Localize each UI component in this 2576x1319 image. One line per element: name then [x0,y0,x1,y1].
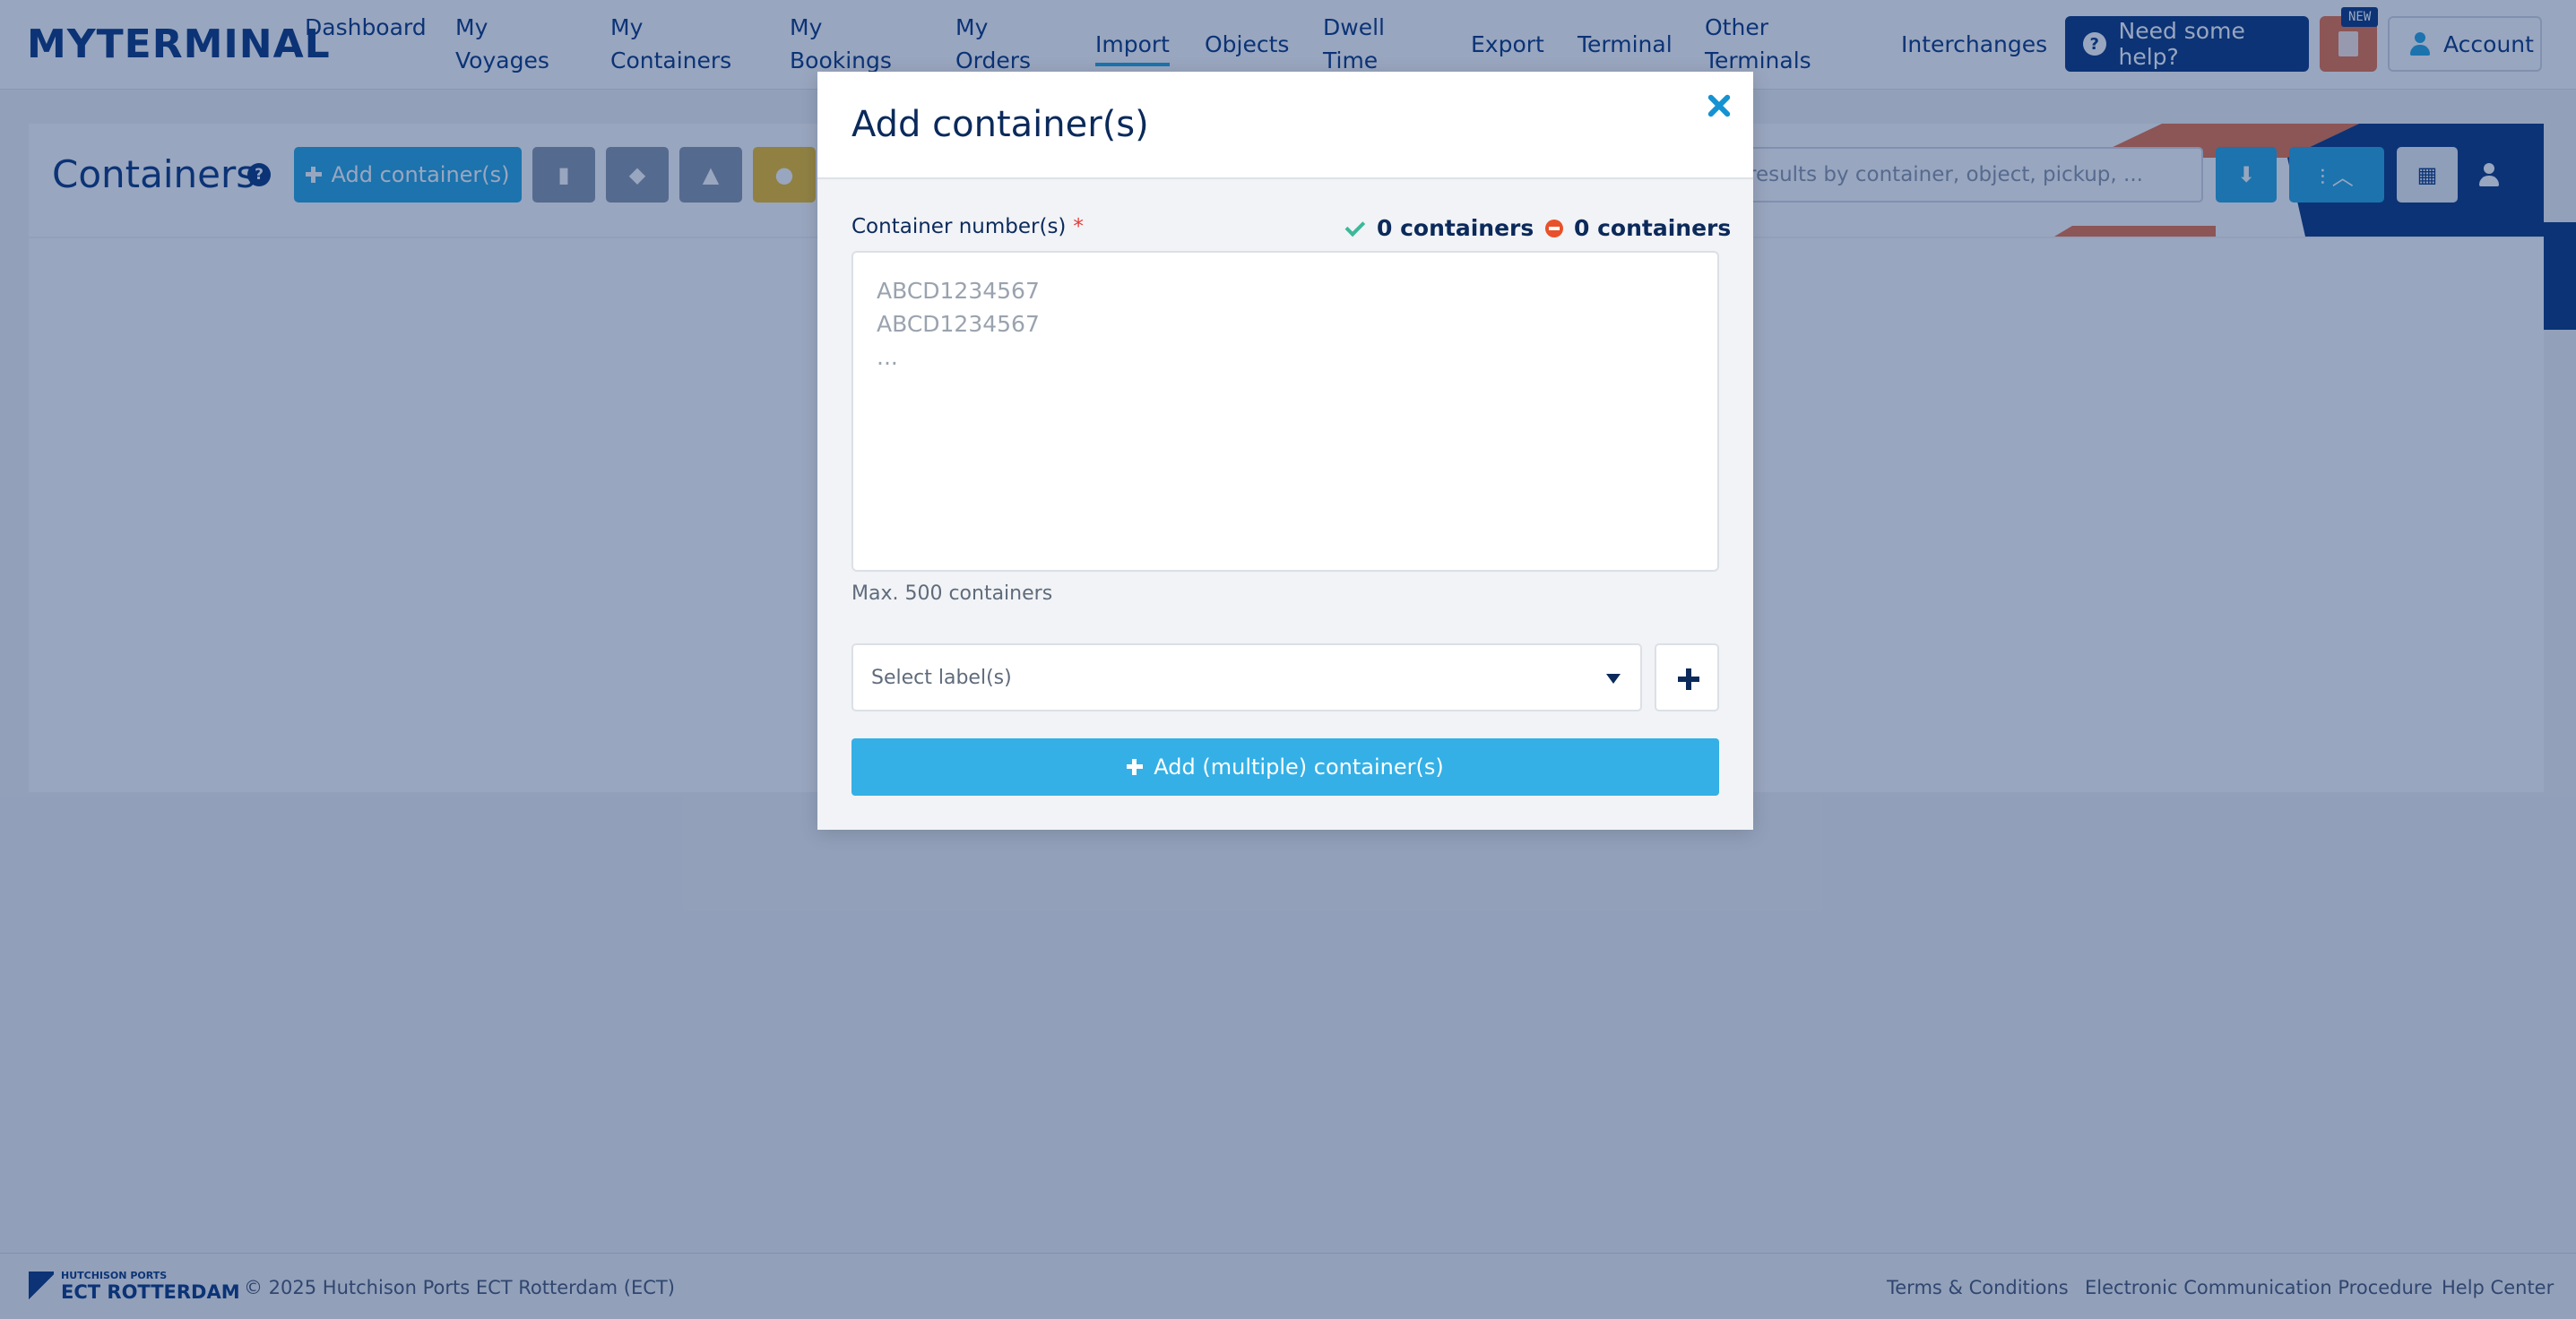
add-containers-modal: Add container(s) Container number(s) * 0 … [817,72,1753,830]
label-select-placeholder: Select label(s) [871,666,1012,689]
caret-down-icon [1606,674,1621,684]
add-multiple-containers-button[interactable]: Add (multiple) container(s) [851,738,1719,796]
required-mark: * [1073,215,1084,238]
minus-circle-icon [1545,219,1563,237]
invalid-count-text: 0 containers [1574,215,1732,241]
close-icon[interactable] [1703,90,1735,122]
container-numbers-label: Container number(s) * [851,215,1084,238]
modal-header: Add container(s) [817,72,1753,179]
invalid-count: 0 containers [1545,215,1731,241]
valid-count: 0 containers [1344,215,1534,241]
modal-title: Add container(s) [851,104,1149,145]
plus-icon [1678,668,1699,690]
add-label-button[interactable] [1655,643,1719,711]
container-numbers-label-text: Container number(s) [851,215,1067,238]
plus-icon [1127,759,1144,775]
label-select[interactable]: Select label(s) [851,643,1642,711]
container-numbers-textarea[interactable]: ABCD1234567 ABCD1234567 ... [851,251,1719,572]
max-containers-hint: Max. 500 containers [851,582,1053,605]
submit-label: Add (multiple) container(s) [1154,754,1444,780]
valid-count-text: 0 containers [1377,215,1534,241]
check-icon [1344,216,1366,237]
